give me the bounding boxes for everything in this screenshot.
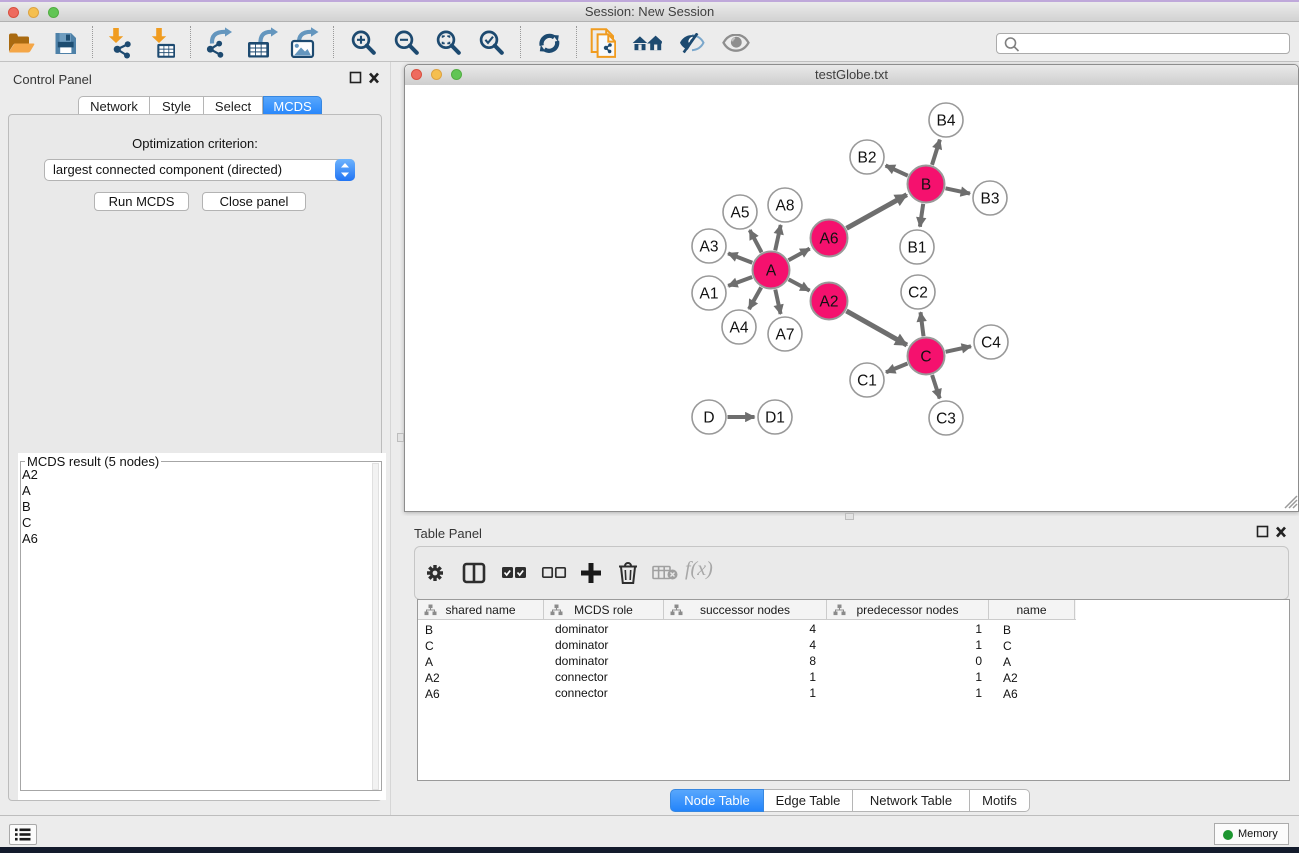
svg-text:B: B bbox=[921, 177, 931, 194]
svg-text:A7: A7 bbox=[776, 327, 795, 344]
svg-text:A4: A4 bbox=[730, 320, 749, 337]
svg-text:A8: A8 bbox=[776, 198, 795, 215]
svg-text:B2: B2 bbox=[858, 150, 877, 167]
svg-text:D: D bbox=[703, 410, 714, 427]
svg-text:D1: D1 bbox=[765, 410, 785, 427]
svg-text:C4: C4 bbox=[981, 335, 1001, 352]
svg-text:B1: B1 bbox=[908, 240, 927, 257]
svg-text:A5: A5 bbox=[731, 205, 750, 222]
svg-text:C3: C3 bbox=[936, 411, 956, 428]
svg-text:A6: A6 bbox=[820, 231, 839, 248]
svg-text:B4: B4 bbox=[937, 113, 956, 130]
svg-text:A2: A2 bbox=[820, 294, 839, 311]
svg-text:B3: B3 bbox=[981, 191, 1000, 208]
svg-text:A: A bbox=[766, 263, 777, 280]
svg-text:C: C bbox=[920, 349, 931, 366]
svg-text:C1: C1 bbox=[857, 373, 877, 390]
svg-text:A1: A1 bbox=[700, 286, 719, 303]
svg-text:C2: C2 bbox=[908, 285, 928, 302]
svg-text:A3: A3 bbox=[700, 239, 719, 256]
